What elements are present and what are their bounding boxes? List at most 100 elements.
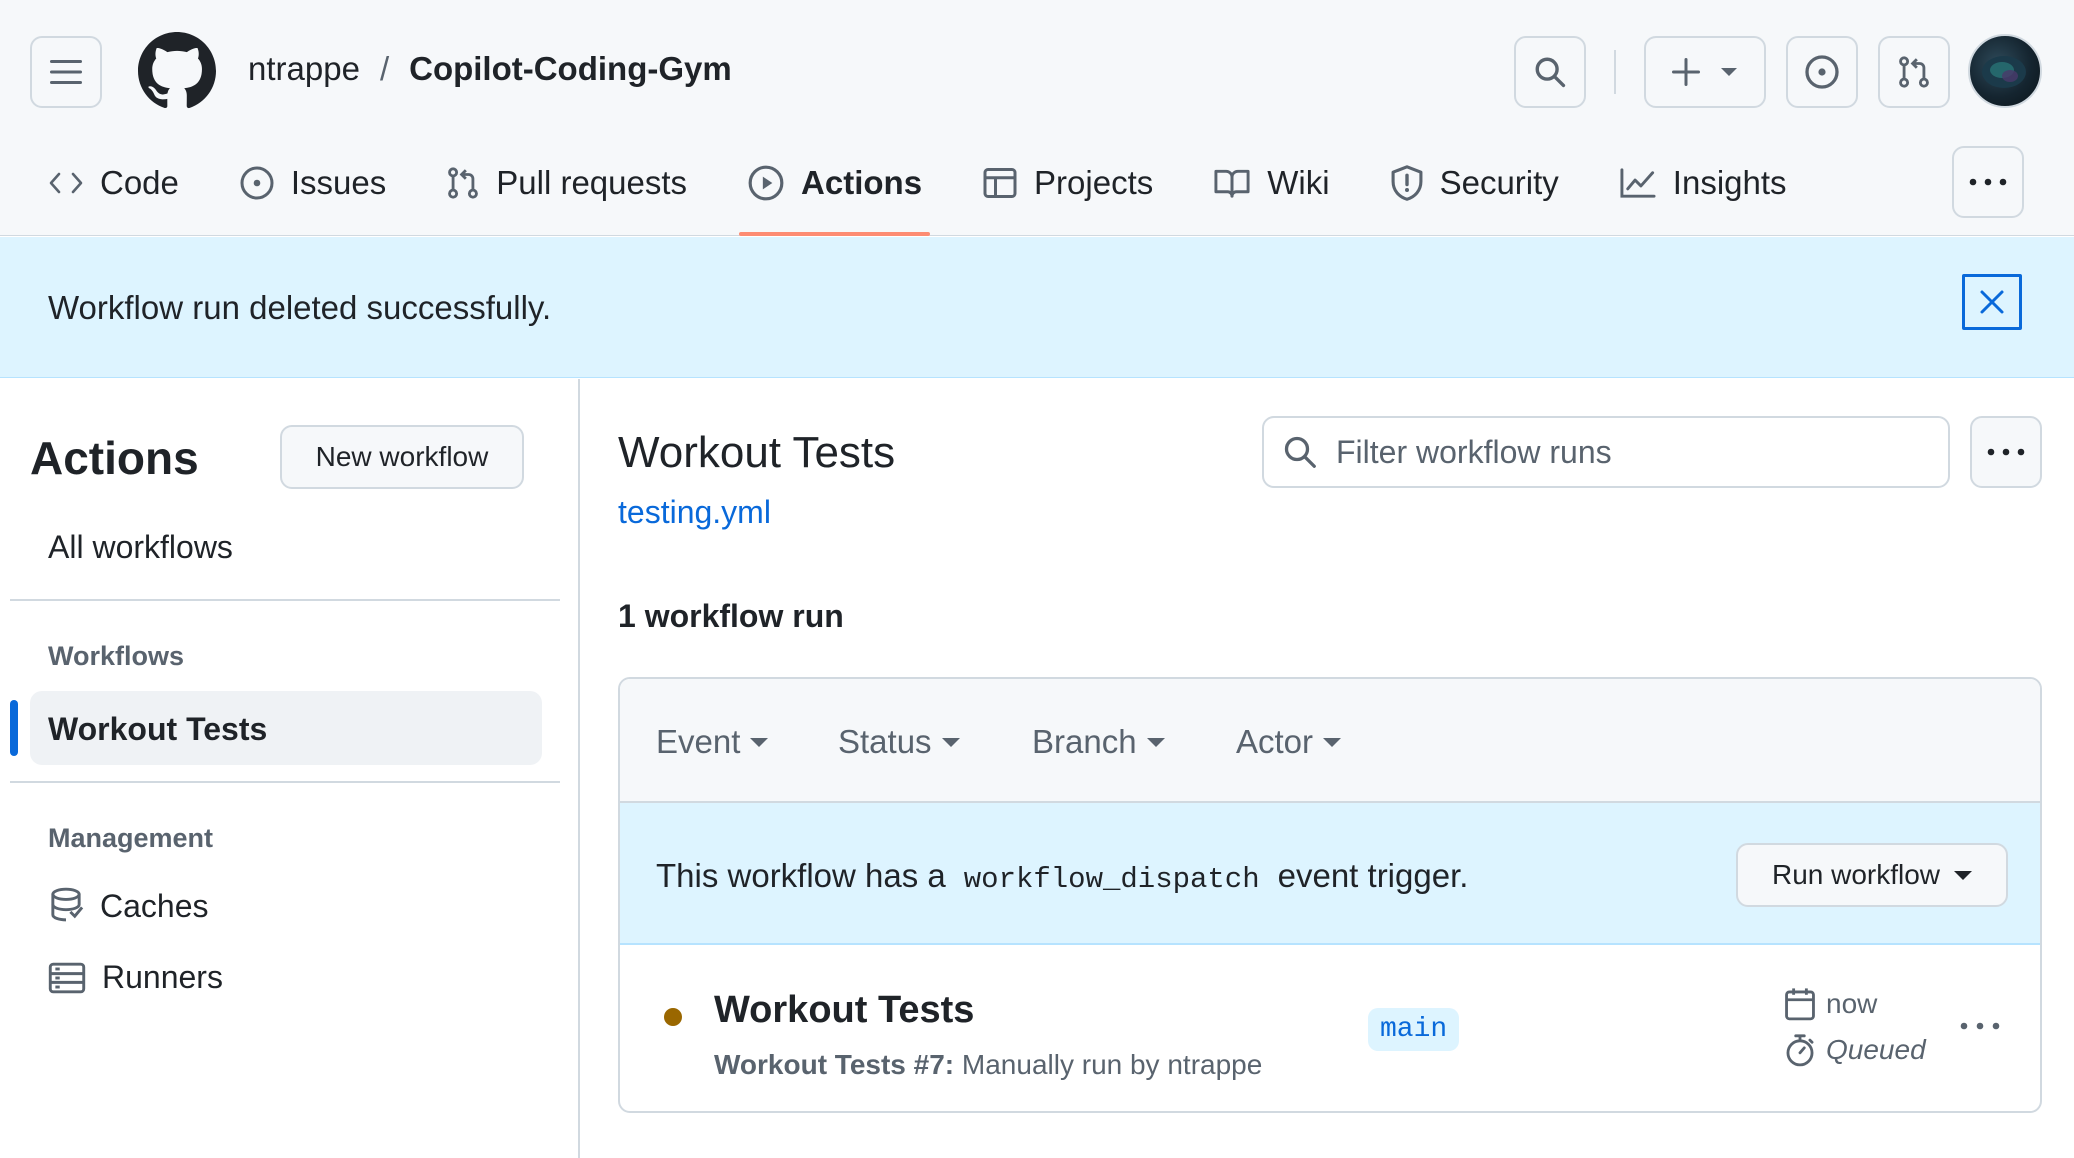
triangle-down-icon (1146, 737, 1165, 747)
run-title[interactable]: Workout Tests (714, 989, 974, 1032)
queued-status-icon (664, 1008, 682, 1026)
filter-runs-field[interactable] (1262, 416, 1950, 488)
event-filter-label: Event (656, 723, 741, 760)
tab-wiki[interactable]: Wiki (1191, 148, 1351, 218)
tab-insights-label: Insights (1672, 164, 1787, 201)
calendar-icon (1785, 988, 1815, 1021)
dispatch-text-before: This workflow has a (656, 857, 946, 894)
git-pull-request-icon (448, 167, 479, 199)
git-pull-request-icon (1899, 56, 1929, 88)
sidebar-item-workout-tests-label[interactable]: Workout Tests (48, 711, 267, 748)
search-icon (1284, 436, 1316, 468)
event-filter[interactable]: Event (656, 723, 769, 761)
issues-button[interactable] (1786, 36, 1858, 108)
run-time: now (1784, 987, 1877, 1021)
breadcrumb-repo[interactable]: Copilot-Coding-Gym (409, 50, 732, 88)
branch-label[interactable]: main (1368, 1008, 1460, 1051)
actor-filter[interactable]: Actor (1236, 723, 1342, 761)
tab-projects-label: Projects (1034, 164, 1154, 201)
filter-runs-input[interactable] (1336, 433, 1936, 471)
dispatch-code: workflow_dispatch (963, 863, 1260, 896)
run-time-label: now (1826, 988, 1878, 1019)
sidebar-item-label: All workflows (48, 529, 233, 565)
sidebar-title: Actions (30, 432, 199, 484)
sidebar-item-all-workflows[interactable]: All workflows (48, 529, 233, 566)
flash-banner: Workflow run deleted successfully. (0, 237, 2074, 378)
tab-wiki-label: Wiki (1267, 164, 1330, 201)
close-icon (1980, 290, 2004, 314)
book-icon (1214, 169, 1250, 198)
search-button[interactable] (1514, 36, 1586, 108)
actions-sidebar: Actions New workflow All workflows Workf… (0, 379, 580, 1158)
hamburger-icon (50, 60, 82, 84)
triangle-down-icon (750, 737, 769, 747)
run-duration: Queued (1784, 1033, 1926, 1067)
avatar[interactable] (1968, 34, 2042, 108)
tab-security-label: Security (1439, 164, 1559, 201)
issue-opened-icon (240, 166, 274, 200)
tab-code[interactable]: Code (26, 148, 201, 218)
stopwatch-icon (1786, 1034, 1814, 1067)
breadcrumb-separator: / (379, 50, 390, 87)
triangle-down-icon (941, 737, 960, 747)
triangle-down-icon (1721, 68, 1737, 76)
kebab-horizontal-icon (1960, 1022, 2000, 1030)
breadcrumb-owner[interactable]: ntrappe (248, 50, 360, 88)
sidebar-item-caches[interactable]: Caches (48, 887, 209, 925)
dispatch-text-after: event trigger. (1277, 857, 1469, 894)
tab-issues-label: Issues (290, 164, 387, 201)
plus-icon (1672, 58, 1700, 86)
table-icon (983, 168, 1017, 198)
play-icon (748, 165, 784, 201)
flash-message: Workflow run deleted successfully. (48, 289, 552, 326)
tab-projects[interactable]: Projects (960, 148, 1175, 218)
sidebar-item-label: Runners (102, 959, 223, 995)
breadcrumb: ntrappe / Copilot-Coding-Gym (248, 50, 732, 88)
repo-tabs: Code Issues Pull requests Actions Projec… (0, 148, 1825, 236)
repo-more-button[interactable] (1952, 146, 2024, 218)
run-subtitle: Workout Tests #7: Manually run by ntrapp… (714, 1049, 1262, 1081)
triangle-down-icon (1323, 737, 1342, 747)
run-status-label: Queued (1826, 1034, 1926, 1065)
triangle-down-icon (1954, 870, 1973, 880)
tab-insights[interactable]: Insights (1597, 148, 1809, 218)
header-divider (1614, 50, 1616, 94)
tab-pull-requests-label: Pull requests (496, 164, 688, 201)
tab-actions[interactable]: Actions (725, 148, 944, 236)
create-new-button[interactable] (1644, 36, 1766, 108)
tab-actions-label: Actions (801, 164, 923, 201)
pull-requests-button[interactable] (1878, 36, 1950, 108)
runs-filter-bar: Event Status Branch Actor (620, 679, 2040, 803)
workflow-file-link[interactable]: testing.yml (618, 494, 771, 531)
tab-issues[interactable]: Issues (217, 148, 408, 218)
sidebar-item-runners[interactable]: Runners (48, 959, 223, 996)
branch-filter[interactable]: Branch (1032, 723, 1165, 761)
shield-icon (1391, 165, 1423, 201)
issue-opened-icon (1805, 55, 1839, 89)
github-logo-icon[interactable] (138, 32, 216, 115)
database-icon (51, 887, 84, 922)
flash-close-button[interactable] (1962, 274, 2022, 330)
dispatch-banner: This workflow has a workflow_dispatch ev… (620, 803, 2040, 945)
workflow-run-row[interactable]: Workout Tests Workout Tests #7: Manually… (620, 945, 2040, 1111)
app-header: ntrappe / Copilot-Coding-Gym Code Issues… (0, 0, 2074, 236)
tab-security[interactable]: Security (1368, 148, 1581, 218)
run-workflow-button[interactable]: Run workflow (1736, 843, 2008, 907)
server-icon (48, 962, 86, 993)
dispatch-message: This workflow has a workflow_dispatch ev… (656, 857, 1468, 896)
graph-icon (1620, 168, 1656, 198)
sidebar-divider (10, 599, 560, 601)
status-filter[interactable]: Status (838, 723, 960, 761)
kebab-horizontal-icon (1969, 178, 2007, 186)
new-workflow-button[interactable]: New workflow (280, 425, 524, 489)
workflow-more-button[interactable] (1970, 416, 2042, 488)
tab-code-label: Code (100, 164, 179, 201)
tab-pull-requests[interactable]: Pull requests (424, 148, 709, 218)
workflow-runs-count: 1 workflow run (618, 598, 844, 634)
run-more-button[interactable] (1960, 1017, 2000, 1035)
run-workflow-label: Run workflow (1771, 859, 1941, 890)
workflow-runs-box: Event Status Branch Actor This workflow … (618, 677, 2042, 1113)
run-subtitle-trigger: Manually run by ntrappe (961, 1049, 1263, 1080)
sidebar-item-label: Caches (100, 887, 209, 924)
menu-button[interactable] (30, 36, 102, 108)
